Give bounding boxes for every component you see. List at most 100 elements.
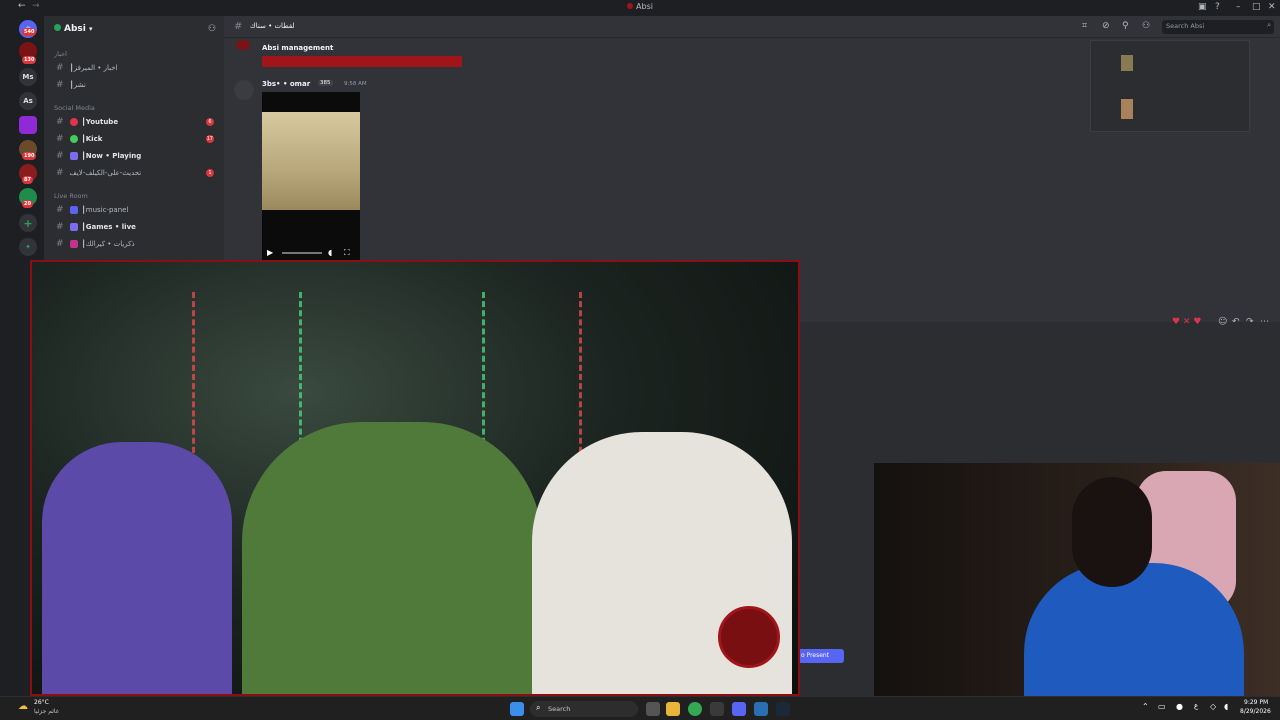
stream-video-webcam[interactable] <box>874 463 1280 696</box>
clock-date[interactable]: 8/29/2026 <box>1240 708 1271 715</box>
avatar[interactable] <box>236 40 250 50</box>
channel-item-music-panel[interactable]: # ┃music-panel <box>48 203 220 217</box>
stream-video-main[interactable] <box>30 260 800 696</box>
mic-icon[interactable]: ● <box>1176 702 1183 711</box>
present-button[interactable]: o Present <box>798 649 844 663</box>
hash-icon: # <box>56 239 64 249</box>
server-icon-ms[interactable]: Ms <box>19 68 37 86</box>
volume-icon[interactable]: ◖ <box>328 248 332 257</box>
clock-time[interactable]: 9:29 PM <box>1244 699 1268 706</box>
chevron-down-icon: ▾ <box>89 25 93 33</box>
music-icon <box>69 206 78 214</box>
back-arrow-icon[interactable]: ← <box>18 1 26 11</box>
play-icon[interactable]: ▶ <box>267 248 273 257</box>
members-icon[interactable]: ⚇ <box>1142 21 1150 31</box>
file-explorer-icon[interactable] <box>666 702 680 716</box>
dm-badge: 540 <box>22 28 37 36</box>
search-icon: ⌕ <box>536 703 541 712</box>
weather-icon[interactable]: ☁ <box>18 701 28 712</box>
window-title: Absi <box>560 2 720 11</box>
fullscreen-icon[interactable]: ⛶ <box>344 248 350 258</box>
app-icon[interactable] <box>754 702 768 716</box>
chevron-up-icon[interactable]: ⌃ <box>1142 702 1149 711</box>
add-server-icon[interactable]: + <box>19 214 37 232</box>
channel-title: لقطات • سناك <box>250 22 295 30</box>
close-icon[interactable]: ✕ <box>1268 2 1276 12</box>
search-input[interactable]: Search Absi ⌕ <box>1162 20 1274 34</box>
unread-count: 17 <box>205 135 214 143</box>
present-label: o Present <box>801 652 830 659</box>
server-icon-as[interactable]: As <box>19 92 37 110</box>
server-badge: 87 <box>22 176 33 184</box>
steam-icon[interactable] <box>776 702 790 716</box>
minimize-icon[interactable]: – <box>1236 2 1241 12</box>
server-icon-purple[interactable] <box>19 116 37 134</box>
start-icon[interactable] <box>510 702 524 716</box>
youtube-icon <box>69 118 78 126</box>
channel-label: ┃music-panel <box>81 206 129 214</box>
avatar[interactable] <box>234 80 254 100</box>
channel-item-youtube[interactable]: # ┃Youtube 6 <box>48 115 220 129</box>
channel-item-now-playing[interactable]: # ┃Now • Playing <box>48 149 220 163</box>
search-label: Search <box>548 705 571 713</box>
threads-icon[interactable]: ⌗ <box>1082 21 1087 31</box>
app-icon[interactable] <box>710 702 724 716</box>
taskbar: ☁ 26°C غائم جزئيا ⌕ Search ⌃ ▭ ● ع ◇ ◖ 9… <box>0 696 1280 720</box>
more-icon[interactable]: ⋯ <box>1260 317 1269 327</box>
video-attachment[interactable]: ▶ ◖ ⛶ <box>262 92 360 260</box>
category-news[interactable]: اخبار <box>54 50 67 58</box>
hash-icon: # <box>56 117 64 127</box>
title-bar: ← → Absi ▣ ? – □ ✕ <box>0 0 1280 16</box>
forward-arrow-icon[interactable]: → <box>32 1 40 11</box>
language-icon[interactable]: ع <box>1194 702 1198 710</box>
channel-item-memories[interactable]: # ┃ذكريات • كيرالك <box>48 237 220 251</box>
person-center <box>242 422 542 694</box>
network-icon[interactable]: ▭ <box>1158 702 1166 711</box>
emoji-icon[interactable]: ☺ <box>1218 317 1227 327</box>
streamer <box>1024 563 1244 696</box>
unread-count: 1 <box>206 169 214 177</box>
discover-icon[interactable]: ✦ <box>19 238 37 256</box>
message-author[interactable]: 3bs• • omar <box>262 80 310 88</box>
server-badge: 190 <box>22 152 37 160</box>
gamepad-icon <box>69 223 78 231</box>
screen-share-preview[interactable] <box>1090 40 1250 132</box>
taskbar-search[interactable]: ⌕ Search <box>530 701 638 717</box>
help-icon[interactable]: ? <box>1215 2 1220 12</box>
maximize-icon[interactable]: □ <box>1252 2 1261 12</box>
channel-label: ┃Kick <box>81 135 103 143</box>
channel-item-updates[interactable]: # تحديث-على-الكيلف-لايف 1 <box>48 166 220 180</box>
add-member-icon[interactable]: ⚇ <box>208 24 216 34</box>
video-frame <box>262 112 360 210</box>
reply-icon[interactable]: ↶ <box>1232 317 1240 327</box>
heart-reaction-icon[interactable]: ♥ ✕ ♥ <box>1172 317 1201 327</box>
forward-icon[interactable]: ↷ <box>1246 317 1254 327</box>
weather-desc: غائم جزئيا <box>34 708 59 715</box>
neon-light-left <box>192 292 302 462</box>
channel-label: ┃Youtube <box>81 118 119 126</box>
inbox-icon[interactable]: ▣ <box>1198 2 1207 12</box>
server-badge: 130 <box>22 56 37 64</box>
hash-icon: # <box>56 134 64 144</box>
category-live-room[interactable]: Live Room <box>54 192 88 200</box>
message-author[interactable]: Absi management <box>262 44 333 52</box>
pin-icon[interactable]: ⚲ <box>1122 21 1129 31</box>
channel-item-news[interactable]: # ┃اخبار • الميرفز <box>48 61 220 75</box>
discord-icon[interactable] <box>732 702 746 716</box>
logo-watermark-icon <box>718 606 780 668</box>
channel-item-games-live[interactable]: # ┃Games • live <box>48 220 220 234</box>
guild-name[interactable]: Absi ▾ <box>54 24 93 34</box>
mute-icon[interactable]: ⊘ <box>1102 21 1110 31</box>
category-social-media[interactable]: Social Media <box>54 104 95 112</box>
volume-icon[interactable]: ◖ <box>1224 702 1228 711</box>
wifi-icon[interactable]: ◇ <box>1210 702 1216 711</box>
channel-item-kick[interactable]: # ┃Kick 17 <box>48 132 220 146</box>
hash-icon: # <box>56 151 64 161</box>
hash-icon: # <box>56 63 64 73</box>
task-view-icon[interactable] <box>646 702 660 716</box>
video-seekbar[interactable] <box>282 252 322 254</box>
channel-item-post[interactable]: # ┃نشر <box>48 78 220 92</box>
channel-label: ┃اخبار • الميرفز <box>69 64 118 72</box>
chrome-icon[interactable] <box>688 702 702 716</box>
message-embed-banner <box>262 56 462 67</box>
